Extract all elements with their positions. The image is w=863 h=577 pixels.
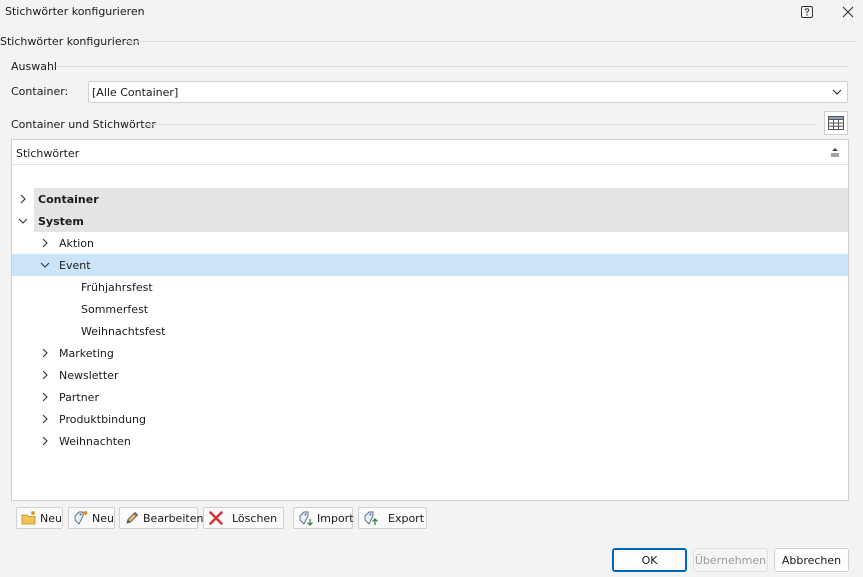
group-band [34,210,848,232]
help-button[interactable] [798,3,816,21]
export-button[interactable]: Export [358,507,427,529]
column-chooser-button[interactable] [824,111,848,135]
chevron-down-icon[interactable] [17,214,29,228]
sort-icon[interactable] [830,147,840,157]
new-container-button[interactable]: Neu [16,507,63,529]
tree-node-weihnachtsfest[interactable]: Weihnachtsfest [12,320,848,342]
delete-x-icon [208,510,224,526]
tree-node-marketing[interactable]: Marketing [12,342,848,364]
tree-node-label: Container [38,193,99,206]
tree-section-divider [142,124,816,125]
new-container-label: Neu [40,511,62,525]
close-button[interactable] [839,3,857,21]
container-select[interactable]: [Alle Container] [88,81,848,103]
import-tag-icon [298,510,314,526]
auswahl-title: Auswahl [11,60,57,73]
new-keyword-button[interactable]: Neu [68,507,115,529]
tree-node-newsletter[interactable]: Newsletter [12,364,848,386]
tree-node-produktbindung[interactable]: Produktbindung [12,408,848,430]
tree-node-label: Newsletter [59,369,119,382]
tree-column-header[interactable]: Stichwörter [12,140,848,165]
tree-node-container[interactable]: Container [12,188,848,210]
tree-node-label: Frühjahrsfest [81,281,153,294]
tree-node-fruehjahrsfest[interactable]: Frühjahrsfest [12,276,848,298]
tree-node-label: Partner [59,391,99,404]
tree-node-label: Aktion [59,237,94,250]
tree-node-label: System [38,215,84,228]
tree-node-partner[interactable]: Partner [12,386,848,408]
window-title: Stichwörter konfigurieren [5,5,145,18]
chevron-right-icon[interactable] [39,412,51,426]
chevron-right-icon[interactable] [39,236,51,250]
container-label: Container: [11,85,69,98]
tree-node-event[interactable]: Event [12,254,848,276]
keyword-tree[interactable]: Stichwörter Container System Aktion Even… [11,139,849,501]
edit-label: Bearbeiten [143,511,204,525]
help-icon [801,6,813,18]
tree-section-title: Container und Stichwörter [11,118,156,131]
export-label: Export [388,511,425,525]
group-title: Stichwörter konfigurieren [0,35,140,48]
chevron-down-icon[interactable] [39,258,51,272]
apply-button[interactable]: Übernehmen [693,548,768,572]
tree-node-label: Event [59,259,91,272]
tree-node-weihnachten[interactable]: Weihnachten [12,430,848,452]
new-keyword-label: Neu [92,511,114,525]
group-divider [126,41,855,42]
chevron-down-icon [832,89,842,95]
chevron-right-icon[interactable] [39,434,51,448]
container-select-value: [Alle Container] [92,86,179,99]
chevron-right-icon[interactable] [39,368,51,382]
tree-node-label: Sommerfest [81,303,149,316]
delete-button[interactable]: Löschen [203,507,284,529]
new-tag-icon [73,510,89,526]
tree-node-sommerfest[interactable]: Sommerfest [12,298,848,320]
ok-button[interactable]: OK [612,548,687,572]
table-grid-icon [828,116,844,130]
chevron-right-icon[interactable] [39,346,51,360]
pencil-icon [124,510,140,526]
chevron-right-icon[interactable] [39,390,51,404]
delete-label: Löschen [232,511,278,525]
import-label: Import [317,511,354,525]
group-band [34,188,848,210]
cancel-button[interactable]: Abbrechen [774,548,849,572]
export-tag-icon [363,510,379,526]
chevron-right-icon[interactable] [17,192,29,206]
tree-node-label: Produktbindung [59,413,147,426]
column-header-label: Stichwörter [16,147,80,160]
tree-node-label: Weihnachten [59,435,131,448]
tree-node-label: Weihnachtsfest [81,325,166,338]
auswahl-divider [56,66,849,67]
new-folder-icon [21,510,37,526]
tree-node-label: Marketing [59,347,114,360]
tree-node-system[interactable]: System [12,210,848,232]
edit-button[interactable]: Bearbeiten [119,507,203,529]
tree-node-aktion[interactable]: Aktion [12,232,848,254]
close-icon [842,6,854,18]
title-bar: Stichwörter konfigurieren [0,0,863,24]
import-button[interactable]: Import [293,507,354,529]
